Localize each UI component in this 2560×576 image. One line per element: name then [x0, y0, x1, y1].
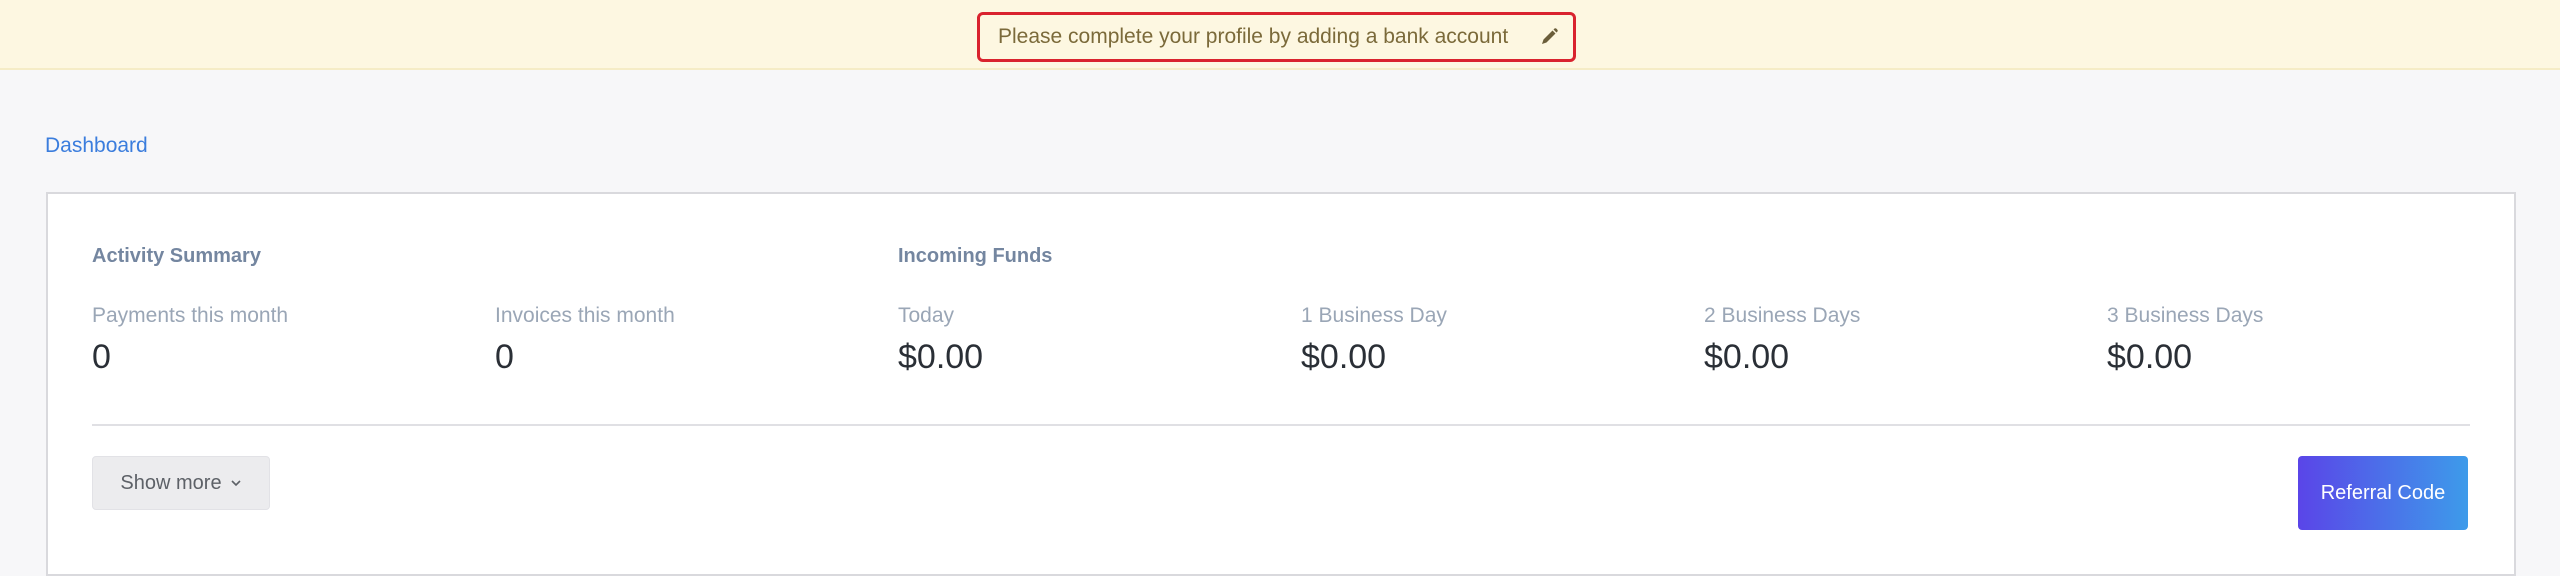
card-divider: [92, 424, 2470, 426]
funds-1-day-value: $0.00: [1301, 338, 1387, 376]
funds-1-day-label: 1 Business Day: [1301, 304, 1447, 327]
referral-code-button[interactable]: Referral Code: [2298, 456, 2468, 530]
funds-2-days-value: $0.00: [1704, 338, 1790, 376]
funds-today-label: Today: [898, 304, 955, 327]
payments-label: Payments this month: [92, 304, 289, 327]
invoices-label: Invoices this month: [495, 304, 675, 327]
show-more-label: Show more: [120, 471, 222, 494]
payments-value: 0: [92, 338, 111, 376]
referral-code-label: Referral Code: [2320, 481, 2446, 504]
show-more-button[interactable]: Show more: [92, 456, 270, 510]
funds-today-value: $0.00: [898, 338, 984, 376]
banner-message: Please complete your profile by adding a…: [998, 25, 1509, 48]
incoming-funds-title: Incoming Funds: [898, 245, 1053, 267]
profile-incomplete-banner: Please complete your profile by adding a…: [0, 0, 2560, 70]
dashboard-summary-card: Activity Summary Incoming Funds Payments…: [46, 192, 2516, 576]
bank-account-alert[interactable]: Please complete your profile by adding a…: [977, 12, 1576, 62]
breadcrumb-dashboard[interactable]: Dashboard: [45, 134, 148, 158]
activity-summary-title: Activity Summary: [92, 245, 261, 267]
funds-3-days-value: $0.00: [2107, 338, 2193, 376]
chevron-down-icon: [231, 480, 241, 487]
funds-2-days-label: 2 Business Days: [1704, 304, 1861, 327]
invoices-value: 0: [495, 338, 514, 376]
funds-3-days-label: 3 Business Days: [2107, 304, 2264, 327]
pencil-icon[interactable]: [1539, 27, 1559, 47]
